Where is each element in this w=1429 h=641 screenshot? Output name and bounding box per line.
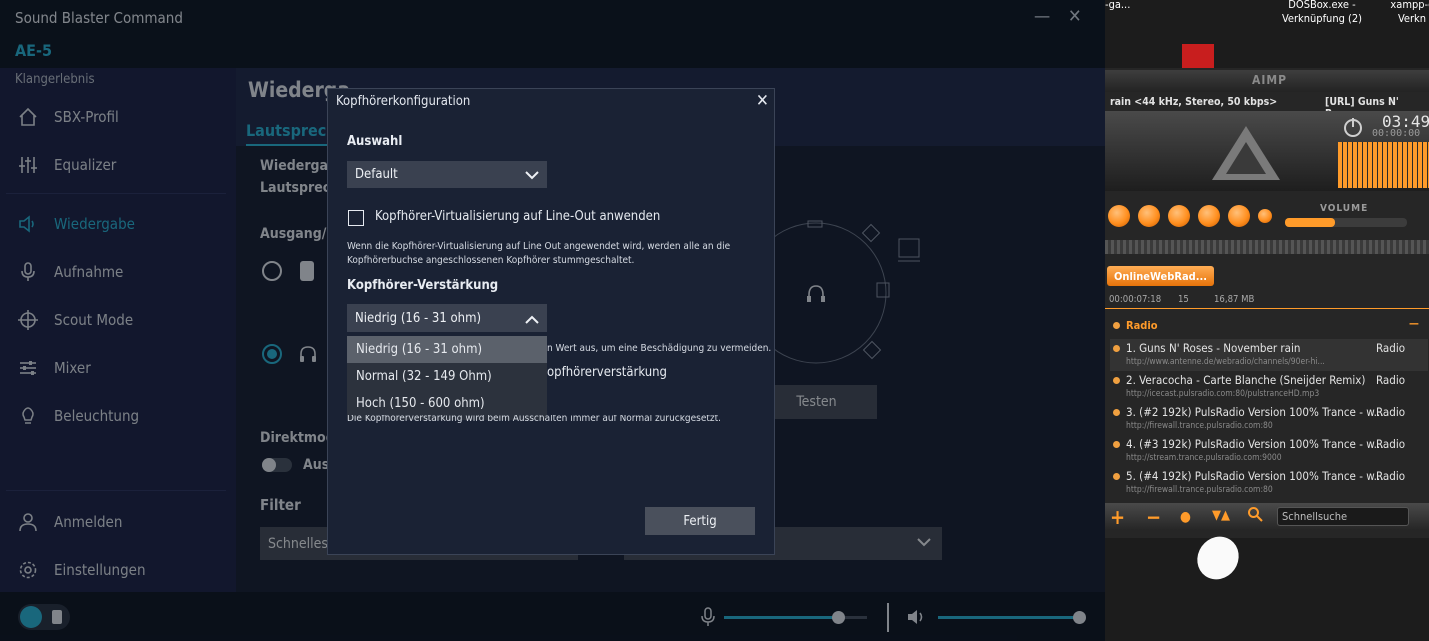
gain-warning-tail: n Wert aus, um eine Beschädigung zu verm… <box>547 343 772 354</box>
remove-icon[interactable]: − <box>1146 505 1161 529</box>
gain-option-high[interactable]: Hoch (150 - 600 ohm) <box>347 390 547 417</box>
playlist-item[interactable]: 2. Veracocha - Carte Blanche (Sneijder R… <box>1110 371 1428 403</box>
headphone-config-dialog: Kopfhörerkonfiguration ✕ Auswahl Default… <box>327 88 775 555</box>
gain-label: Kopfhörer-Verstärkung <box>347 278 499 293</box>
playlist-item[interactable]: 5. (#4 192k) PulsRadio Version 100% Tran… <box>1110 467 1428 499</box>
track-url: http://www.antenne.de/webradio/channels/… <box>1126 357 1325 367</box>
track-tag: Radio <box>1376 437 1406 451</box>
selection-label: Auswahl <box>347 134 403 149</box>
aimp-elapsed: 00:00:07:18 <box>1109 294 1162 305</box>
aimp-divider <box>1105 308 1429 309</box>
track-tag: Radio <box>1376 341 1406 355</box>
gain-option-normal[interactable]: Normal (32 - 149 Ohm) <box>347 363 547 390</box>
shuffle-icon[interactable]: ● <box>1180 509 1191 525</box>
aimp-power-icon[interactable] <box>1342 116 1364 142</box>
aimp-stream-info: rain <44 kHz, Stereo, 50 kbps> <box>1110 96 1278 108</box>
aimp-volume-label: VOLUME <box>1320 203 1369 214</box>
virtualization-note-line2: Kopfhörerbuchse angeschlossenen Kopfhöre… <box>347 255 635 266</box>
app-shortcut-icon[interactable] <box>1182 44 1214 70</box>
chevron-up-icon <box>525 313 539 328</box>
track-tag: Radio <box>1376 469 1406 483</box>
playlist-item[interactable]: 3. (#2 192k) PulsRadio Version 100% Tran… <box>1110 403 1428 435</box>
track-title: 1. Guns N' Roses - November rain <box>1126 341 1301 355</box>
done-button[interactable]: Fertig <box>645 507 755 535</box>
aimp-count: 15 <box>1178 294 1189 305</box>
aimp-playlist-tab[interactable]: OnlineWebRad... <box>1107 266 1214 286</box>
quick-search-input[interactable]: Schnellsuche <box>1277 507 1409 526</box>
aimp-logo-icon <box>1210 124 1282 186</box>
shortcut-label-line2: Verkn <box>1397 12 1427 25</box>
sort-icon[interactable]: ▼▲ <box>1212 508 1230 523</box>
track-url: http://stream.trance.pulsradio.com:9000 <box>1126 453 1282 463</box>
selection-dropdown[interactable]: Default <box>347 161 547 188</box>
aimp-volume-slider[interactable] <box>1285 218 1407 227</box>
track-url: http://firewall.trance.pulsradio.com:80 <box>1126 421 1273 431</box>
gain-option-tail: opfhörerverstärkung <box>547 365 667 380</box>
track-dot-icon <box>1113 345 1120 352</box>
dialog-close-button[interactable]: ✕ <box>756 91 769 111</box>
aimp-size: 16,87 MB <box>1214 294 1255 305</box>
track-title: 3. (#2 192k) PulsRadio Version 100% Tran… <box>1126 405 1384 419</box>
shortcut-label-line1: DOSBox.exe - <box>1288 0 1356 11</box>
group-collapse-button[interactable]: — <box>1409 317 1419 330</box>
virtualization-checkbox[interactable] <box>348 210 364 226</box>
play-button[interactable] <box>1138 205 1160 227</box>
eject-button[interactable] <box>1258 209 1272 223</box>
chevron-down-icon <box>525 169 539 184</box>
track-dot-icon <box>1113 473 1120 480</box>
desktop-shortcut-1[interactable]: -ga... <box>1105 0 1130 11</box>
virtualization-checkbox-label: Kopfhörer-Virtualisierung auf Line-Out a… <box>375 209 661 224</box>
gain-dropdown[interactable]: Niedrig (16 - 31 ohm) <box>347 304 547 332</box>
shortcut-label-line1: xampp-c <box>1390 0 1429 11</box>
dialog-title: Kopfhörerkonfiguration <box>336 94 471 109</box>
selection-value: Default <box>355 167 398 182</box>
track-url: http://firewall.trance.pulsradio.com:80 <box>1126 485 1273 495</box>
sound-blaster-window: Sound Blaster Command AE-5 — ✕ Klangerle… <box>0 0 1105 641</box>
gain-reset-note: Die Kopfhörerverstärkung wird beim Aussc… <box>347 415 722 424</box>
stop-button[interactable] <box>1198 205 1220 227</box>
search-icon[interactable] <box>1247 506 1263 526</box>
group-dot-icon <box>1113 322 1120 329</box>
aimp-time-small: 00:00:00 <box>1372 128 1421 139</box>
track-title: 2. Veracocha - Carte Blanche (Sneijder R… <box>1126 373 1366 387</box>
track-dot-icon <box>1113 441 1120 448</box>
aimp-group-label: Radio <box>1126 319 1158 332</box>
aimp-title: AIMP <box>1252 73 1288 87</box>
track-tag: Radio <box>1376 373 1406 387</box>
track-title: 4. (#3 192k) PulsRadio Version 100% Tran… <box>1126 437 1384 451</box>
quick-search-placeholder: Schnellsuche <box>1282 510 1348 523</box>
desktop-shortcut-xampp[interactable]: xampp-c Verkn <box>1382 0 1429 26</box>
track-tag: Radio <box>1376 405 1406 419</box>
aimp-seek-bar[interactable] <box>1105 240 1429 254</box>
aimp-spectrum <box>1338 142 1429 188</box>
gain-dropdown-menu: Niedrig (16 - 31 ohm) Normal (32 - 149 O… <box>347 336 547 420</box>
pause-button[interactable] <box>1168 205 1190 227</box>
desktop-shortcut-dosbox[interactable]: DOSBox.exe - Verknüpfung (2) <box>1272 0 1372 26</box>
prev-button[interactable] <box>1108 205 1130 227</box>
shortcut-label-line2: Verknüpfung (2) <box>1281 12 1363 25</box>
add-icon[interactable]: + <box>1110 505 1125 529</box>
gain-value: Niedrig (16 - 31 ohm) <box>355 310 482 326</box>
track-dot-icon <box>1113 377 1120 384</box>
track-dot-icon <box>1113 409 1120 416</box>
track-url: http://icecast.pulsradio.com:80/pulstran… <box>1126 389 1320 399</box>
track-title: 5. (#4 192k) PulsRadio Version 100% Tran… <box>1126 469 1384 483</box>
next-button[interactable] <box>1228 205 1250 227</box>
aimp-transport-buttons <box>1108 205 1272 227</box>
gain-option-low[interactable]: Niedrig (16 - 31 ohm) <box>347 336 547 363</box>
playlist-item[interactable]: 4. (#3 192k) PulsRadio Version 100% Tran… <box>1110 435 1428 467</box>
virtualization-note-line1: Wenn die Kopfhörer-Virtualisierung auf L… <box>347 241 731 252</box>
playlist-item[interactable]: 1. Guns N' Roses - November rain http://… <box>1110 339 1428 371</box>
